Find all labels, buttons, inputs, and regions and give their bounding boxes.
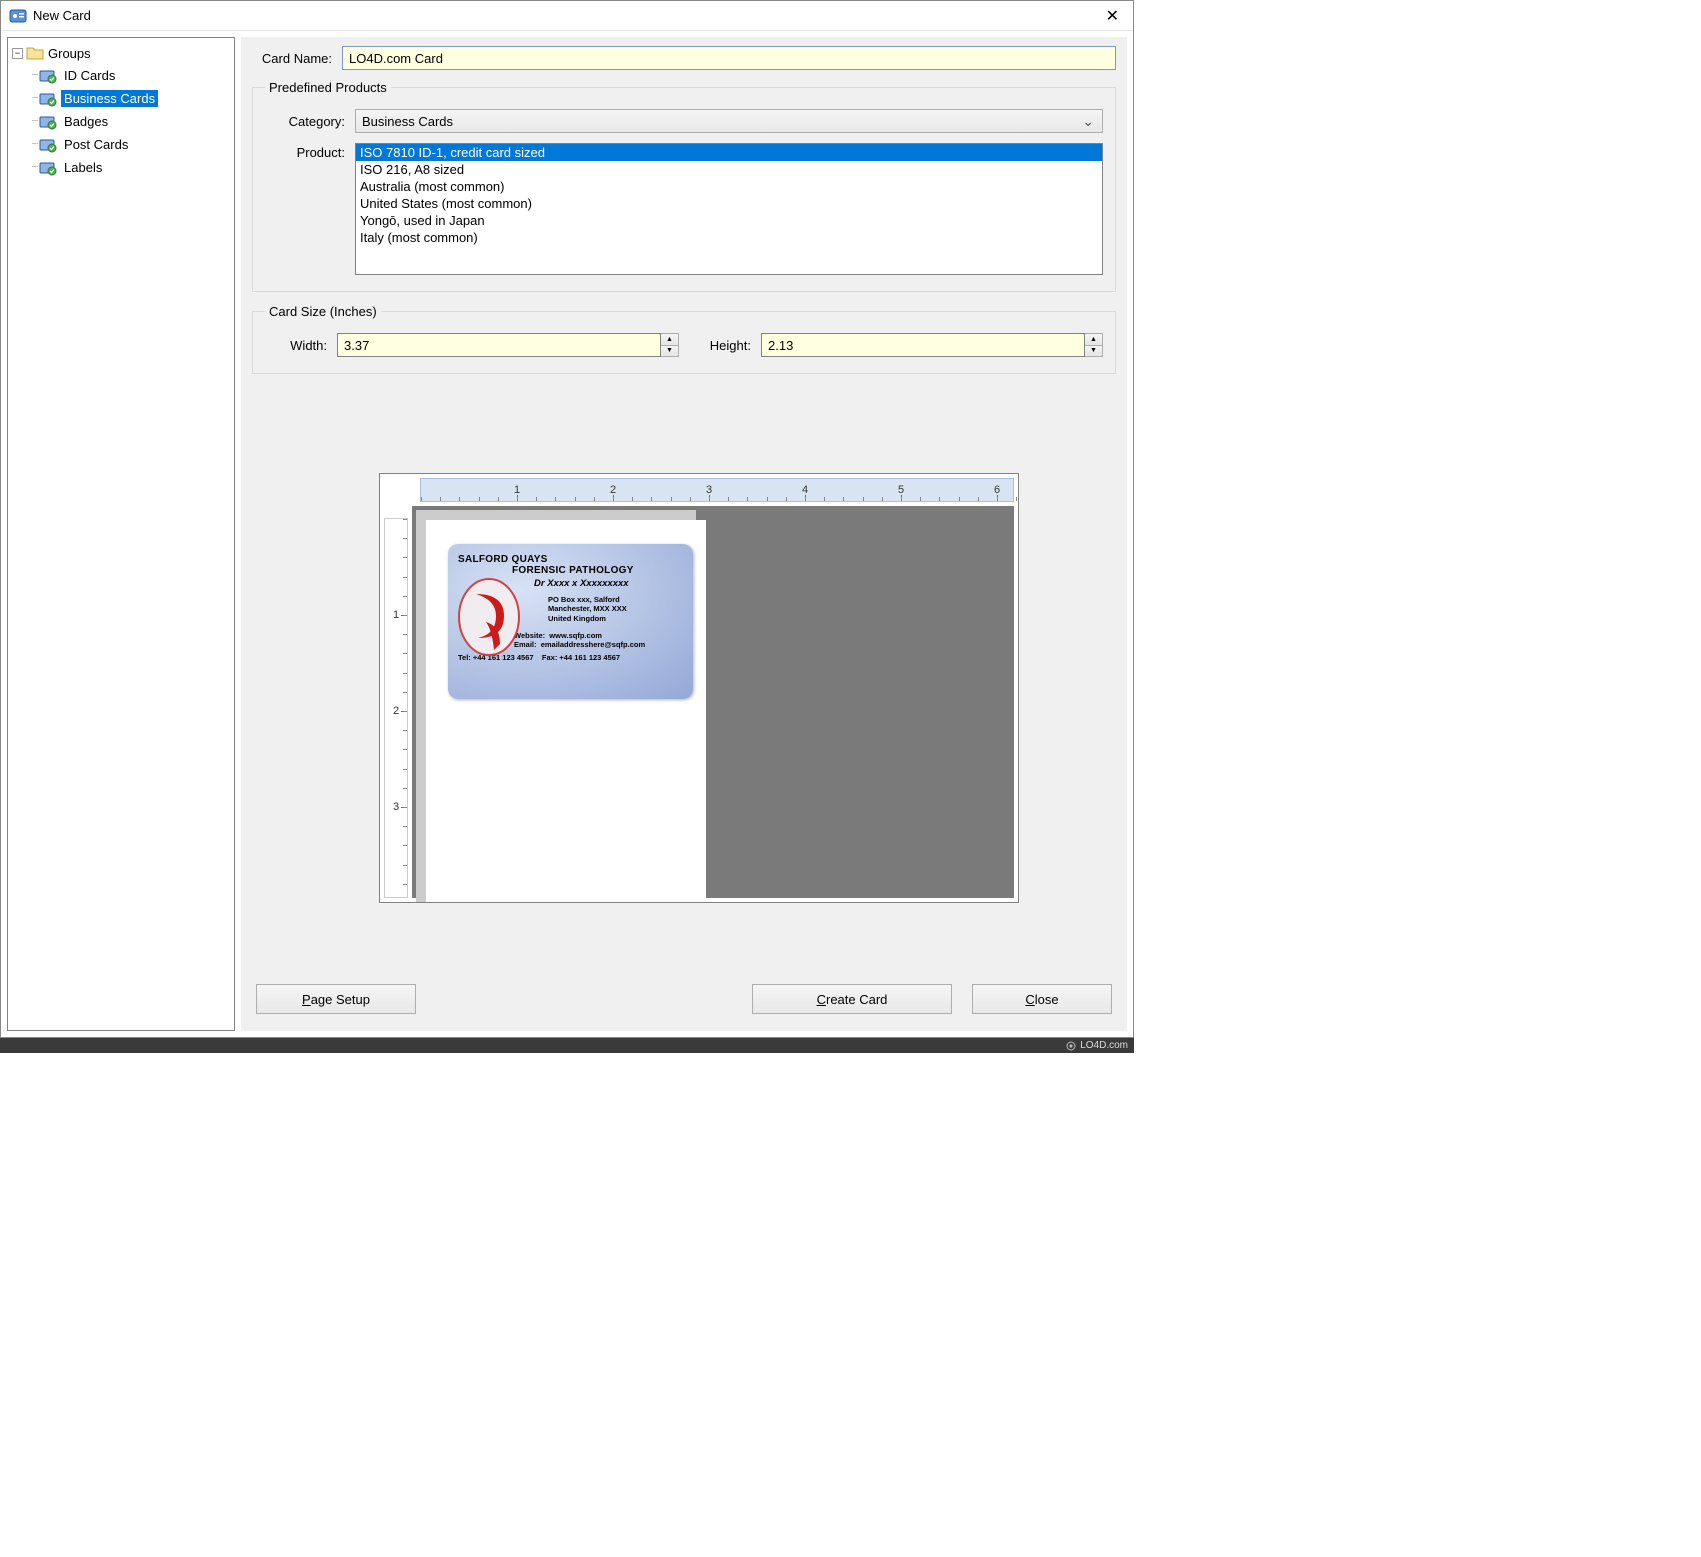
- card-web-v: www.sqfp.com: [549, 631, 602, 640]
- card-icon: [39, 91, 57, 107]
- create-card-button[interactable]: Create Card: [752, 984, 952, 1014]
- tree-item-label: Labels: [61, 159, 105, 176]
- tree-root-label: Groups: [48, 46, 91, 61]
- card-size-fieldset: Card Size (Inches) Width: ▲ ▼ H: [252, 304, 1116, 374]
- card-title3: Dr Xxxx x Xxxxxxxxx: [534, 578, 683, 589]
- product-option[interactable]: Australia (most common): [356, 178, 1102, 195]
- footer-text: LO4D.com: [1080, 1040, 1128, 1051]
- preview-canvas: SALFORD QUAYS FORENSIC PATHOLOGY Dr Xxxx…: [412, 506, 1014, 898]
- card-title2: FORENSIC PATHOLOGY: [512, 565, 683, 576]
- height-down-icon[interactable]: ▼: [1085, 346, 1102, 357]
- category-label: Category:: [265, 114, 355, 129]
- product-option[interactable]: Yongō, used in Japan: [356, 212, 1102, 229]
- tree-root-row[interactable]: − Groups: [10, 42, 232, 64]
- predefined-products-fieldset: Predefined Products Category: Business C…: [252, 80, 1116, 292]
- card-icon: [39, 137, 57, 153]
- tree-item-label: ID Cards: [61, 67, 118, 84]
- page-setup-button[interactable]: Page Setup: [256, 984, 416, 1014]
- titlebar: New Card ✕: [1, 1, 1133, 31]
- card-email-v: emailaddresshere@sqfp.com: [541, 640, 645, 649]
- height-input[interactable]: [761, 333, 1085, 357]
- card-name-input[interactable]: [342, 46, 1116, 70]
- card-addr2: Manchester, MXX XXX: [548, 604, 683, 613]
- product-label: Product:: [265, 143, 355, 160]
- close-icon[interactable]: ✕: [1100, 4, 1125, 28]
- card-icon: [39, 114, 57, 130]
- collapse-icon[interactable]: −: [12, 48, 23, 59]
- card-preview: 123456 123 SALFORD QUAYS: [379, 473, 1019, 903]
- tree-item-business-cards[interactable]: ┈Business Cards: [28, 87, 232, 110]
- size-legend: Card Size (Inches): [265, 304, 381, 319]
- height-spinner[interactable]: ▲ ▼: [761, 333, 1103, 357]
- width-spinner[interactable]: ▲ ▼: [337, 333, 679, 357]
- vertical-ruler: 123: [384, 518, 408, 898]
- card-fax-k: Fax:: [542, 653, 557, 662]
- tree-item-post-cards[interactable]: ┈Post Cards: [28, 133, 232, 156]
- tree-item-label: Badges: [61, 113, 111, 130]
- new-card-dialog: New Card ✕ − Groups ┈ID Cards┈Business C…: [0, 0, 1134, 1038]
- category-value: Business Cards: [362, 114, 453, 129]
- product-option[interactable]: ISO 216, A8 sized: [356, 161, 1102, 178]
- height-up-icon[interactable]: ▲: [1085, 334, 1102, 346]
- card-name-label: Card Name:: [252, 51, 342, 66]
- product-option[interactable]: ISO 7810 ID-1, credit card sized: [356, 144, 1102, 161]
- card-addr1: PO Box xxx, Salford: [548, 595, 683, 604]
- app-icon: [9, 7, 27, 25]
- card-icon: [39, 68, 57, 84]
- tree-item-labels[interactable]: ┈Labels: [28, 156, 232, 179]
- height-label: Height:: [689, 338, 761, 353]
- card-addr3: United Kingdom: [548, 614, 683, 623]
- close-button[interactable]: Close: [972, 984, 1112, 1014]
- preview-page: SALFORD QUAYS FORENSIC PATHOLOGY Dr Xxxx…: [426, 520, 706, 903]
- footer-icon: [1066, 1041, 1076, 1051]
- tree-item-label: Post Cards: [61, 136, 131, 153]
- footer-watermark: LO4D.com: [0, 1038, 1134, 1053]
- tree-item-label: Business Cards: [61, 90, 158, 107]
- product-listbox[interactable]: ISO 7810 ID-1, credit card sizedISO 216,…: [355, 143, 1103, 275]
- tree-item-id-cards[interactable]: ┈ID Cards: [28, 64, 232, 87]
- card-logo-icon: [456, 576, 522, 658]
- product-option[interactable]: Italy (most common): [356, 229, 1102, 246]
- width-input[interactable]: [337, 333, 661, 357]
- width-down-icon[interactable]: ▼: [661, 346, 678, 357]
- card-fax-v: +44 161 123 4567: [559, 653, 620, 662]
- product-option[interactable]: United States (most common): [356, 195, 1102, 212]
- width-label: Width:: [265, 338, 337, 353]
- folder-icon: [26, 45, 44, 61]
- window-title: New Card: [33, 8, 1100, 23]
- card-title1: SALFORD QUAYS: [458, 554, 683, 565]
- card-icon: [39, 160, 57, 176]
- main-panel: Card Name: Predefined Products Category:…: [241, 37, 1127, 1031]
- preview-card: SALFORD QUAYS FORENSIC PATHOLOGY Dr Xxxx…: [448, 544, 693, 699]
- width-up-icon[interactable]: ▲: [661, 334, 678, 346]
- tree-item-badges[interactable]: ┈Badges: [28, 110, 232, 133]
- category-dropdown[interactable]: Business Cards: [355, 109, 1103, 133]
- groups-tree: − Groups ┈ID Cards┈Business Cards┈Badges…: [7, 37, 235, 1031]
- predefined-legend: Predefined Products: [265, 80, 391, 95]
- horizontal-ruler: 123456: [420, 478, 1014, 502]
